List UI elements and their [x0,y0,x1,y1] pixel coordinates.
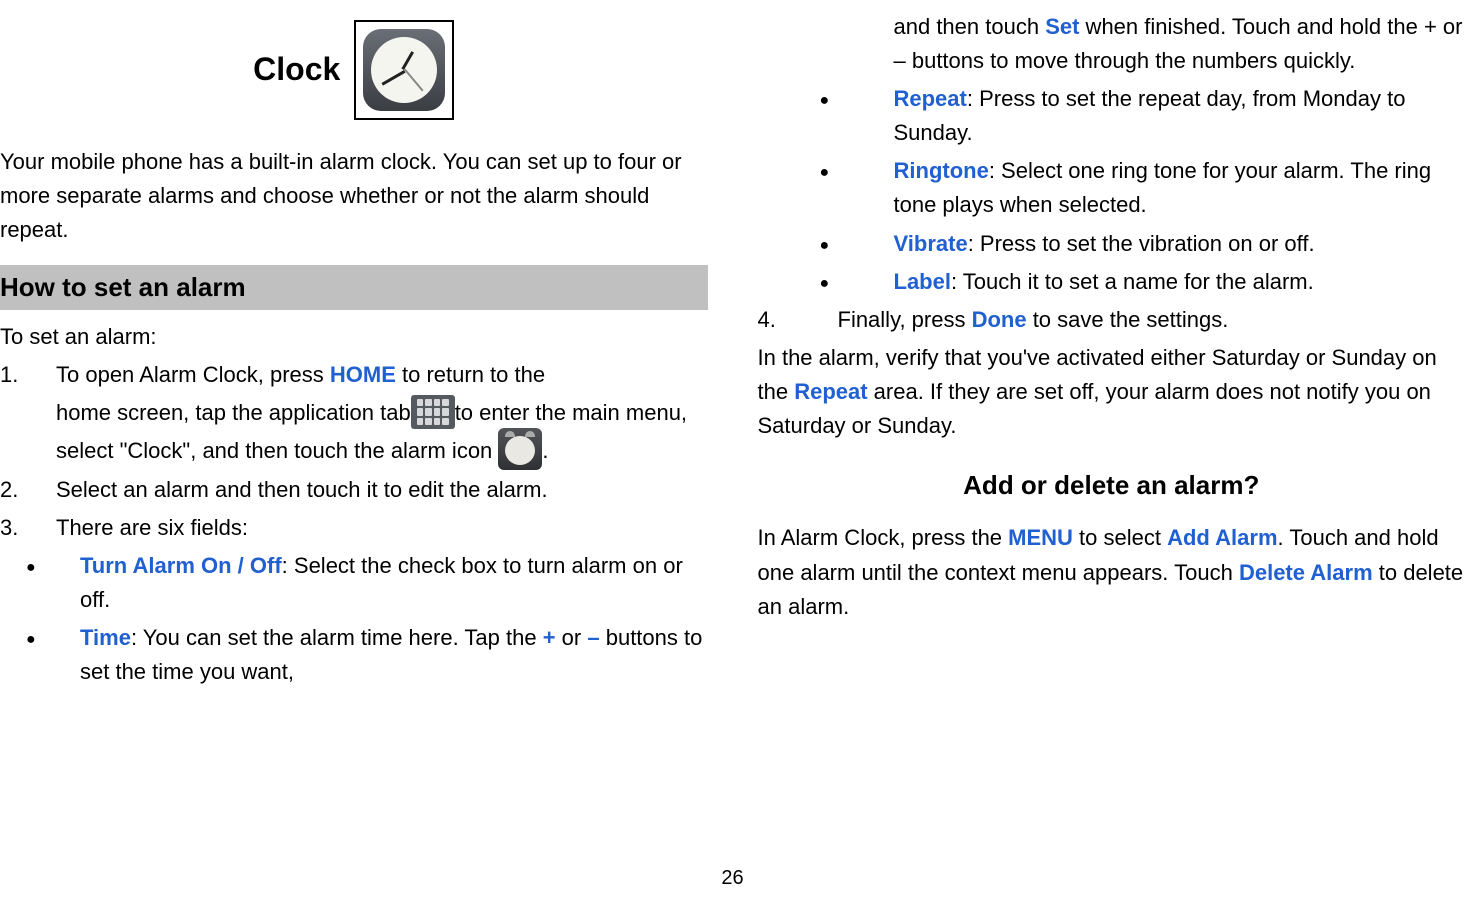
note-paragraph: In the alarm, verify that you've activat… [758,341,1465,443]
field-vibrate: Vibrate [894,231,968,256]
add-delete-paragraph: In Alarm Clock, press the MENU to select… [758,521,1465,623]
intro-paragraph: Your mobile phone has a built-in alarm c… [0,145,708,247]
title-row: Clock [0,20,708,120]
field-turn-alarm: Turn Alarm On / Off [80,553,282,578]
bullet-list-right: Repeat: Press to set the repeat day, fro… [758,82,1465,299]
alarm-clock-icon [498,428,542,470]
bullet-item: Vibrate: Press to set the vibration on o… [758,227,1465,261]
delete-alarm-keyword: Delete Alarm [1239,560,1373,585]
list-item: 2. Select an alarm and then touch it to … [0,473,708,507]
minus-keyword: – [587,625,599,650]
to-set-label: To set an alarm: [0,320,708,354]
list-number: 3. [0,511,56,545]
bullet-icon [0,621,80,689]
section-heading-add-delete: Add or delete an alarm? [758,465,1465,505]
field-time: Time [80,625,131,650]
bullet-item: Turn Alarm On / Off: Select the check bo… [0,549,708,617]
right-column: and then touch Set when finished. Touch … [758,10,1465,840]
step4-text-b: to save the settings. [1027,307,1229,332]
step1-text-b: to return to the [396,362,545,387]
repeat-keyword: Repeat [794,379,867,404]
bullet-icon [758,82,894,150]
list-number: 1. [0,358,56,392]
section-heading-how-to-set: How to set an alarm [0,265,708,309]
time-cont-a: and then touch [894,14,1046,39]
bullet-icon [758,154,894,222]
field-label-text: : Touch it to set a name for the alarm. [951,269,1314,294]
list-item: 4. Finally, press Done to save the setti… [758,303,1465,337]
step1-continued: home screen, tap the application tabto e… [0,396,708,473]
bullet-item: Ringtone: Select one ring tone for your … [758,154,1465,222]
bullet-icon [0,549,80,617]
page-title: Clock [253,45,340,95]
bullet-item: Repeat: Press to set the repeat day, fro… [758,82,1465,150]
step1-text-e: . [542,438,548,463]
list-item: 1. To open Alarm Clock, press HOME to re… [0,358,708,392]
bullet-item: Label: Touch it to set a name for the al… [758,265,1465,299]
menu-keyword: MENU [1008,525,1073,550]
field-repeat: Repeat [894,86,967,111]
set-keyword: Set [1045,14,1079,39]
apps-grid-icon [411,395,455,429]
add-a: In Alarm Clock, press the [758,525,1009,550]
list-item: 3. There are six fields: [0,511,708,545]
field-ringtone: Ringtone [894,158,989,183]
plus-keyword: + [543,625,556,650]
add-alarm-keyword: Add Alarm [1167,525,1277,550]
clock-icon [354,20,454,120]
done-keyword: Done [972,307,1027,332]
bullet-icon [758,227,894,261]
field-time-mid: or [556,625,588,650]
left-column: Clock Your mobile phone has a built-in a… [0,10,708,840]
step4-text-a: Finally, press [838,307,972,332]
ordered-list: 1. To open Alarm Clock, press HOME to re… [0,358,708,690]
bullet-list: Turn Alarm On / Off: Select the check bo… [0,549,708,689]
list-number: 2. [0,473,56,507]
step1-text-c: home screen, tap the application tab [56,400,411,425]
step2-text: Select an alarm and then touch it to edi… [56,473,708,507]
time-continued: and then touch Set when finished. Touch … [758,10,1465,78]
bullet-item: Time: You can set the alarm time here. T… [0,621,708,689]
field-time-text-a: : You can set the alarm time here. Tap t… [131,625,543,650]
step1-text: To open Alarm Clock, press [56,362,330,387]
field-repeat-text: : Press to set the repeat day, from Mond… [894,86,1406,145]
step3-text: There are six fields: [56,511,708,545]
field-vibrate-text: : Press to set the vibration on or off. [968,231,1315,256]
list-number: 4. [758,303,838,337]
add-b: to select [1073,525,1167,550]
page-number: 26 [0,867,1465,890]
bullet-icon [758,265,894,299]
field-label: Label [894,269,951,294]
home-keyword: HOME [330,362,396,387]
